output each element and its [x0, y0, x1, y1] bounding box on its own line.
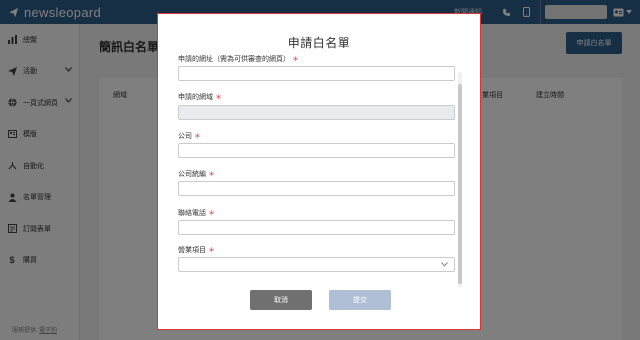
- url-label: 申請的網址（需為可供審查的網頁）＊: [178, 56, 299, 63]
- submit-button[interactable]: 提交: [329, 290, 391, 310]
- business-items-select[interactable]: [178, 257, 455, 272]
- url-input[interactable]: [178, 66, 455, 81]
- modal-form: 申請的網址（需為可供審查的網頁）＊ 申請的網域＊ 公司＊ 公司統編＊ 聯絡電話＊…: [178, 54, 462, 272]
- company-label: 公司＊: [178, 133, 201, 140]
- domain-label: 申請的網域＊: [178, 94, 222, 101]
- company-input[interactable]: [178, 143, 455, 158]
- phone-label: 聯絡電話＊: [178, 210, 215, 217]
- domain-input: [178, 105, 455, 120]
- chevron-down-icon: [441, 262, 448, 267]
- business-items-label: 營業項目＊: [178, 247, 215, 254]
- tax-id-label: 公司統編＊: [178, 171, 215, 178]
- phone-input[interactable]: [178, 220, 455, 235]
- cancel-button[interactable]: 取消: [250, 290, 312, 310]
- modal-title: 申請白名單: [287, 36, 351, 50]
- tax-id-input[interactable]: [178, 181, 455, 196]
- scrollbar-thumb[interactable]: [458, 84, 462, 284]
- apply-whitelist-modal: 申請白名單 申請的網址（需為可供審查的網頁）＊ 申請的網域＊ 公司＊ 公司統編＊…: [157, 13, 481, 330]
- modal-scrollbar[interactable]: [458, 72, 462, 287]
